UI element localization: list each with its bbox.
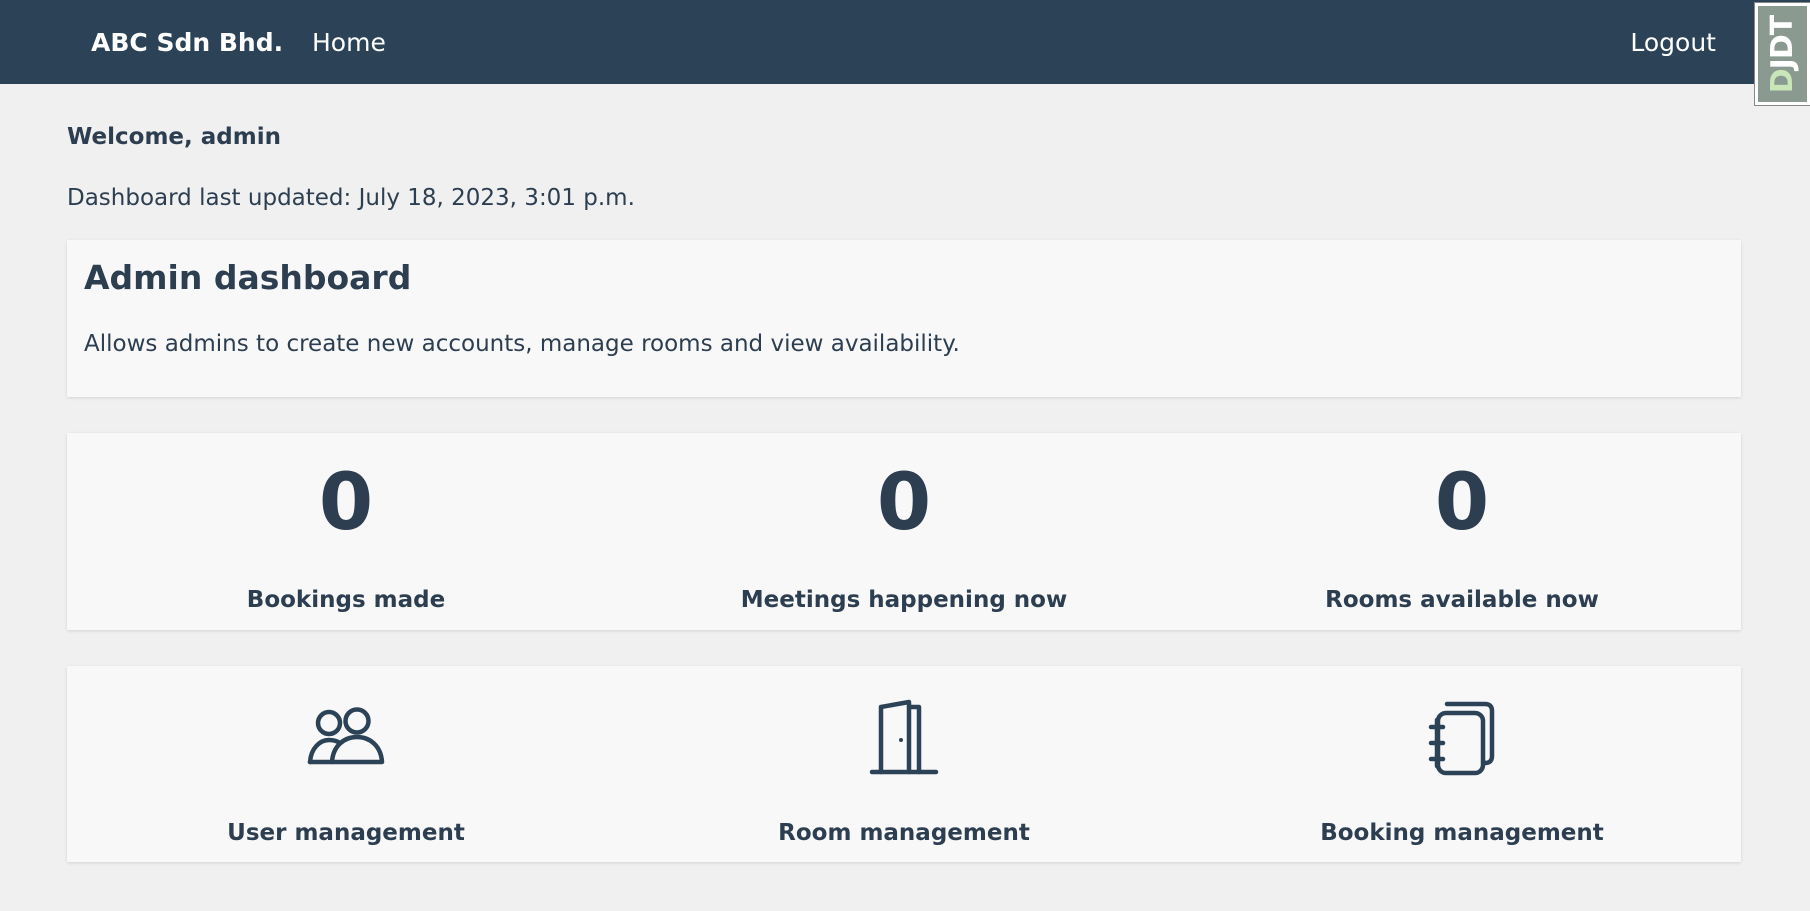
stat-rooms-available: 0 Rooms available now: [1183, 433, 1741, 630]
action-label: User management: [227, 820, 465, 846]
stat-bookings-made: 0 Bookings made: [67, 433, 625, 630]
brand-link[interactable]: ABC Sdn Bhd.: [91, 0, 283, 84]
actions-card: User management Room management Booking …: [67, 666, 1741, 862]
user-management-button[interactable]: User management: [67, 666, 625, 862]
navbar: ABC Sdn Bhd. Home Logout: [0, 0, 1810, 84]
action-label: Booking management: [1320, 820, 1604, 846]
welcome-message: Welcome, admin: [67, 124, 281, 150]
page-description: Allows admins to create new accounts, ma…: [84, 331, 960, 357]
stat-label: Rooms available now: [1325, 587, 1599, 613]
stat-meetings-now: 0 Meetings happening now: [625, 433, 1183, 630]
stat-label: Meetings happening now: [740, 587, 1068, 613]
debug-toolbar-label-part2: JDT: [1765, 15, 1800, 69]
stat-value: 0: [318, 458, 374, 548]
stat-label: Bookings made: [246, 587, 446, 613]
action-label: Room management: [778, 820, 1030, 846]
debug-toolbar-label-part1: D: [1765, 68, 1800, 93]
booking-management-button[interactable]: Booking management: [1183, 666, 1741, 862]
users-icon: [307, 707, 385, 765]
notebook-icon: [1428, 701, 1495, 776]
page-title: Admin dashboard: [84, 258, 412, 297]
logout-link[interactable]: Logout: [1630, 0, 1716, 84]
debug-toolbar-handle[interactable]: DJDT: [1754, 2, 1810, 106]
stat-value: 0: [1434, 458, 1490, 548]
debug-toolbar-logo: DJDT: [1758, 6, 1807, 102]
intro-card: Admin dashboard Allows admins to create …: [67, 240, 1741, 397]
stats-card: 0 Bookings made 0 Meetings happening now…: [67, 433, 1741, 630]
stat-value: 0: [876, 458, 932, 548]
last-updated-text: Dashboard last updated: July 18, 2023, 3…: [67, 185, 635, 211]
door-icon: [869, 699, 939, 775]
room-management-button[interactable]: Room management: [625, 666, 1183, 862]
home-link[interactable]: Home: [312, 0, 386, 84]
